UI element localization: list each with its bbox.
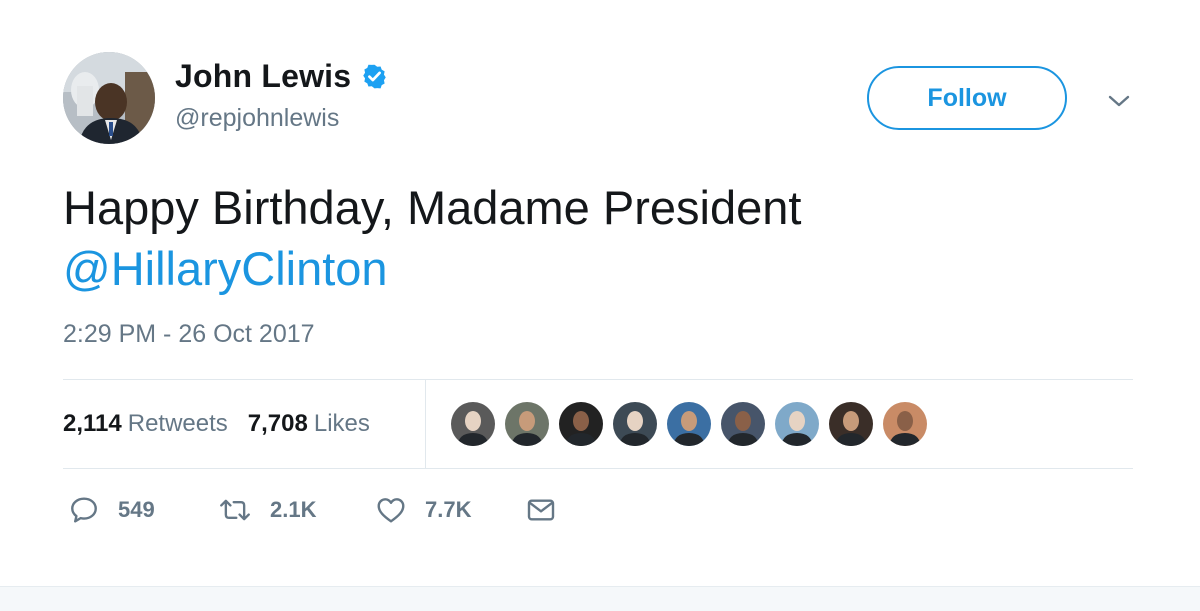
liker-avatar-2[interactable] [504, 401, 550, 447]
author-handle[interactable]: @repjohnlewis [175, 104, 339, 133]
retweets-stat[interactable]: 2,114 Retweets [63, 410, 228, 438]
like-icon [377, 498, 405, 523]
retweet-icon [220, 499, 250, 521]
liker-avatar-8[interactable] [828, 401, 874, 447]
likes-count: 7,708 [247, 410, 308, 437]
reply-icon [71, 497, 97, 523]
liker-avatar-3[interactable] [558, 401, 604, 447]
direct-message-button[interactable] [525, 494, 575, 526]
author-display-name[interactable]: John Lewis [175, 58, 351, 95]
author-name-row: John Lewis [175, 58, 388, 95]
tweet-actions: 549 2.1K 7.7K [68, 494, 575, 526]
retweet-button[interactable]: 2.1K [218, 494, 375, 526]
tweet-text: Happy Birthday, Madame President @Hillar… [63, 177, 1123, 299]
retweet-count: 2.1K [270, 497, 317, 522]
tweet-body: Happy Birthday, Madame President [63, 181, 802, 234]
like-button[interactable]: 7.7K [375, 494, 525, 526]
liker-avatar-6[interactable] [720, 401, 766, 447]
stats-bottom-divider [63, 468, 1133, 469]
liker-avatar-9[interactable] [882, 401, 928, 447]
follow-button[interactable]: Follow [867, 66, 1067, 130]
verified-badge-icon [361, 63, 388, 90]
liker-avatars [450, 401, 936, 447]
reply-button[interactable]: 549 [68, 494, 218, 526]
liker-avatar-7[interactable] [774, 401, 820, 447]
footer-bar [0, 586, 1200, 611]
chevron-down-icon[interactable] [1104, 88, 1134, 114]
like-count: 7.7K [425, 497, 472, 522]
direct-message-icon [527, 499, 555, 521]
likes-label: Likes [313, 410, 370, 437]
liker-avatar-1[interactable] [450, 401, 496, 447]
tweet-stats: 2,114 Retweets 7,708 Likes [63, 380, 390, 468]
liker-avatar-4[interactable] [612, 401, 658, 447]
tweet-mention-link[interactable]: @HillaryClinton [63, 242, 388, 295]
reply-count: 549 [118, 497, 155, 522]
stats-separator [425, 380, 426, 468]
likes-stat[interactable]: 7,708 Likes [248, 410, 370, 438]
liker-avatar-5[interactable] [666, 401, 712, 447]
retweets-label: Retweets [127, 410, 228, 437]
tweet-timestamp[interactable]: 2:29 PM - 26 Oct 2017 [63, 320, 315, 349]
author-avatar[interactable] [63, 52, 155, 144]
retweets-count: 2,114 [63, 410, 122, 437]
tweet-card: John Lewis @repjohnlewis Follow Happy Bi… [0, 0, 1200, 611]
